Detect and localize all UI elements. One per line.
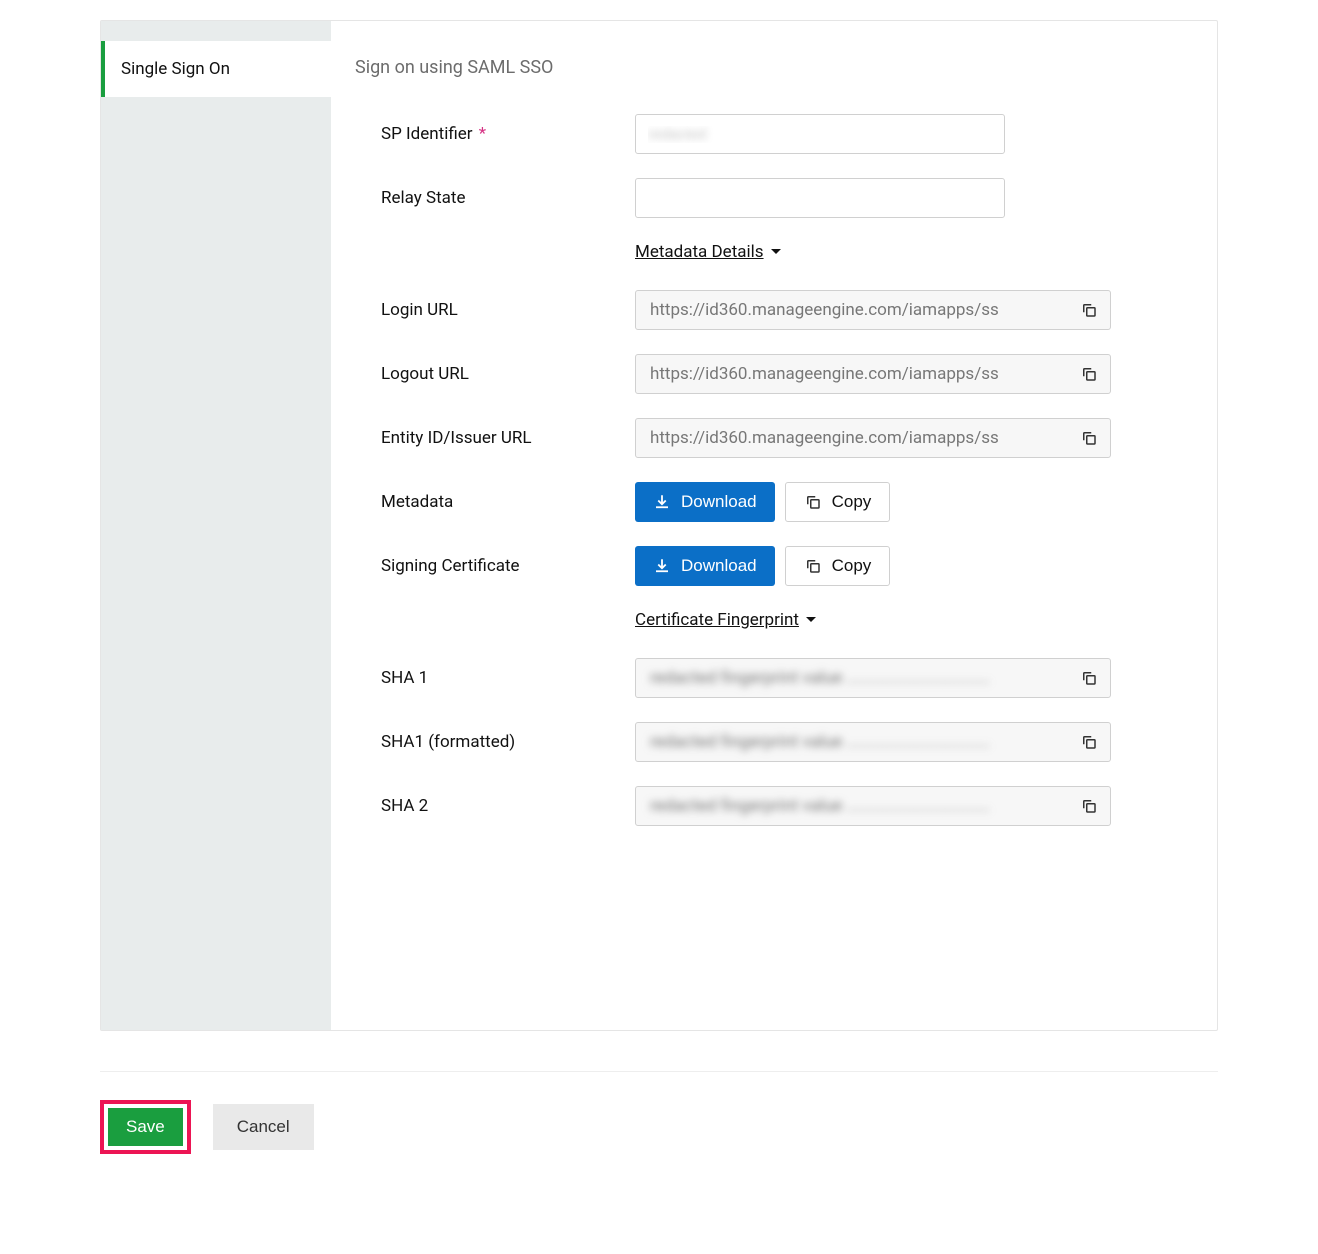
label-sha2: SHA 2 bbox=[355, 796, 635, 816]
value-sha1: redacted fingerprint value .............… bbox=[650, 668, 1072, 688]
copy-cert-button[interactable]: Copy bbox=[785, 546, 891, 586]
download-icon bbox=[653, 493, 671, 511]
label-metadata: Metadata bbox=[355, 492, 635, 512]
label-sha1: SHA 1 bbox=[355, 668, 635, 688]
disclosure-label: Certificate Fingerprint bbox=[635, 610, 799, 630]
field-sha2: redacted fingerprint value .............… bbox=[635, 786, 1111, 826]
value-entity-id: https://id360.manageengine.com/iamapps/s… bbox=[650, 428, 1072, 448]
save-button[interactable]: Save bbox=[108, 1108, 183, 1146]
copy-sha1-formatted-button[interactable] bbox=[1072, 725, 1106, 759]
copy-sha1-button[interactable] bbox=[1072, 661, 1106, 695]
label-sha1-formatted: SHA1 (formatted) bbox=[355, 732, 635, 752]
field-logout-url: https://id360.manageengine.com/iamapps/s… bbox=[635, 354, 1111, 394]
copy-sha2-button[interactable] bbox=[1072, 789, 1106, 823]
copy-icon bbox=[1080, 733, 1098, 751]
cancel-button[interactable]: Cancel bbox=[213, 1104, 314, 1150]
settings-panel: Single Sign On Sign on using SAML SSO SP… bbox=[100, 20, 1218, 1031]
main-content: Sign on using SAML SSO SP Identifier * R… bbox=[331, 21, 1217, 1030]
download-label: Download bbox=[681, 492, 757, 512]
value-login-url: https://id360.manageengine.com/iamapps/s… bbox=[650, 300, 1072, 320]
value-logout-url: https://id360.manageengine.com/iamapps/s… bbox=[650, 364, 1072, 384]
value-sha1-formatted: redacted fingerprint value .............… bbox=[650, 732, 1072, 752]
label-logout-url: Logout URL bbox=[355, 364, 635, 384]
download-cert-button[interactable]: Download bbox=[635, 546, 775, 586]
label-sp-identifier: SP Identifier * bbox=[355, 124, 635, 144]
copy-icon bbox=[1080, 429, 1098, 447]
copy-label: Copy bbox=[832, 556, 872, 576]
sidebar: Single Sign On bbox=[101, 21, 331, 1030]
copy-metadata-button[interactable]: Copy bbox=[785, 482, 891, 522]
copy-icon bbox=[804, 493, 822, 511]
download-icon bbox=[653, 557, 671, 575]
disclosure-metadata-details[interactable]: Metadata Details bbox=[635, 242, 782, 262]
label-login-url: Login URL bbox=[355, 300, 635, 320]
sidebar-item-label: Single Sign On bbox=[121, 59, 230, 79]
footer-actions: Save Cancel bbox=[100, 1071, 1218, 1154]
value-sha2: redacted fingerprint value .............… bbox=[650, 796, 1072, 816]
copy-icon bbox=[1080, 301, 1098, 319]
copy-entity-id-button[interactable] bbox=[1072, 421, 1106, 455]
chevron-down-icon bbox=[805, 616, 817, 624]
field-sha1: redacted fingerprint value .............… bbox=[635, 658, 1111, 698]
download-label: Download bbox=[681, 556, 757, 576]
disclosure-label: Metadata Details bbox=[635, 242, 764, 262]
chevron-down-icon bbox=[770, 248, 782, 256]
label-signing-cert: Signing Certificate bbox=[355, 556, 635, 576]
input-sp-identifier[interactable] bbox=[635, 114, 1005, 154]
copy-login-url-button[interactable] bbox=[1072, 293, 1106, 327]
copy-icon bbox=[804, 557, 822, 575]
copy-label: Copy bbox=[832, 492, 872, 512]
copy-icon bbox=[1080, 797, 1098, 815]
save-highlight: Save bbox=[100, 1100, 191, 1154]
disclosure-cert-fingerprint[interactable]: Certificate Fingerprint bbox=[635, 610, 817, 630]
page-subtitle: Sign on using SAML SSO bbox=[355, 57, 1193, 78]
field-entity-id: https://id360.manageengine.com/iamapps/s… bbox=[635, 418, 1111, 458]
field-sha1-formatted: redacted fingerprint value .............… bbox=[635, 722, 1111, 762]
sidebar-item-sso[interactable]: Single Sign On bbox=[101, 41, 331, 97]
label-relay-state: Relay State bbox=[355, 188, 635, 208]
download-metadata-button[interactable]: Download bbox=[635, 482, 775, 522]
copy-icon bbox=[1080, 365, 1098, 383]
copy-logout-url-button[interactable] bbox=[1072, 357, 1106, 391]
input-relay-state[interactable] bbox=[635, 178, 1005, 218]
label-entity-id: Entity ID/Issuer URL bbox=[355, 428, 635, 448]
field-login-url: https://id360.manageengine.com/iamapps/s… bbox=[635, 290, 1111, 330]
copy-icon bbox=[1080, 669, 1098, 687]
required-asterisk: * bbox=[475, 124, 487, 144]
